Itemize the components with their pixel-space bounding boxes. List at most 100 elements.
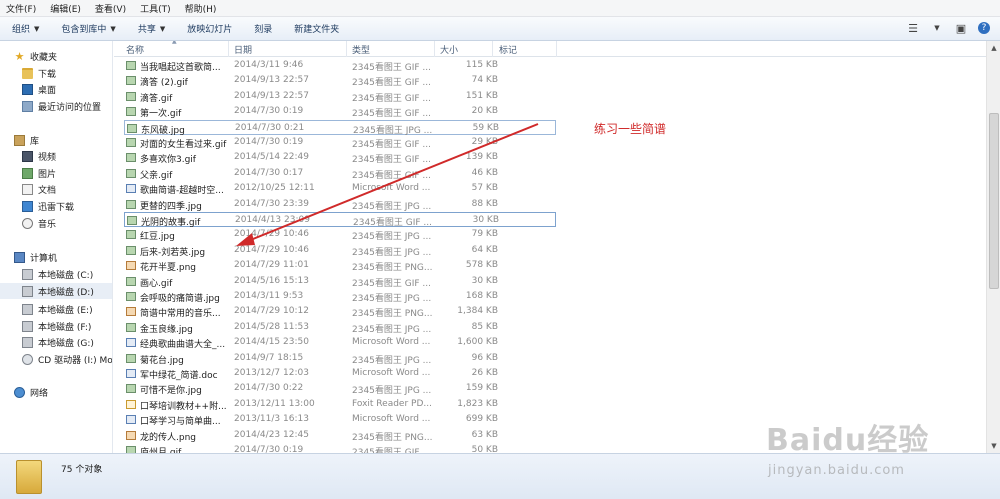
star-icon: ★ [14,49,25,63]
burn-label: 刻录 [254,25,273,35]
nav-desktop[interactable]: 桌面 [0,81,112,97]
file-row[interactable]: 口琴学习与简单曲... 2013/11/3 16:13 Microsoft Word… [124,412,556,427]
doc-file-icon [126,369,136,378]
nav-disk-f[interactable]: 本地磁盘 (F:) [0,318,112,334]
file-size: 168 KB [465,291,498,301]
column-divider[interactable] [556,41,557,57]
file-size: 115 KB [465,60,498,70]
new-folder-button[interactable]: 新建文件夹 [294,22,339,35]
column-size[interactable]: 大小 [440,43,458,56]
menu-tools[interactable]: 工具(T) [140,2,171,15]
scroll-thumb[interactable] [989,113,999,289]
navigation-pane: ★ 收藏夹 下载 桌面 最近访问的位置 库 视频 图片 文档 迅雷下载 音乐 计算… [0,41,113,453]
menu-file[interactable]: 文件(F) [6,2,36,15]
column-divider[interactable] [492,41,493,57]
column-divider[interactable] [346,41,347,57]
file-row[interactable]: 会呼吸的痛简谱.jpg 2014/3/11 9:53 2345看图王 JPG ...… [124,289,556,304]
file-row[interactable]: 后来-刘若英.jpg 2014/7/29 10:46 2345看图王 JPG ...… [124,243,556,258]
file-row[interactable]: 花开半夏.png 2014/7/29 11:01 2345看图王 PNG... 578… [124,258,556,273]
file-row[interactable]: 东风破.jpg 2014/7/30 0:21 2345看图王 JPG ... 59 K… [124,119,556,136]
menu-view[interactable]: 查看(V) [95,2,126,15]
file-type: 2345看图王 PNG... [352,309,433,320]
file-row[interactable]: 歌曲简谱-超越时空... 2012/10/25 12:11 Microsoft Wo… [124,181,556,196]
file-row[interactable]: 可惜不是你.jpg 2014/7/30 0:22 2345看图王 JPG ... 15… [124,381,556,396]
nav-cd-drive[interactable]: CD 驱动器 (I:) Mo [0,351,112,367]
file-row[interactable]: 多喜欢你3.gif 2014/5/14 22:49 2345看图王 GIF ... 1… [124,150,556,165]
file-type: 2345看图王 JPG ... [352,232,432,243]
column-date[interactable]: 日期 [234,43,252,56]
file-row[interactable]: 画心.gif 2014/5/16 15:13 2345看图王 GIF ... 30 K… [124,274,556,289]
video-icon [22,150,33,162]
vertical-scrollbar[interactable]: ▲ ▼ [986,41,1000,453]
file-row[interactable]: 口琴培训教材++附... 2013/12/11 13:00 Foxit Reader… [124,397,556,412]
watermark-url: jingyan.baidu.com [768,463,905,478]
hard-disk-icon [22,320,33,332]
file-row[interactable]: 经典歌曲曲谱大全_... 2014/4/15 23:50 Microsoft Wor… [124,335,556,350]
include-library-button[interactable]: 包含到库中 ▼ [61,22,115,36]
column-divider[interactable] [434,41,435,57]
file-row[interactable]: 父亲.gif 2014/7/30 0:17 2345看图王 GIF ... 46 KB [124,166,556,181]
file-size: 578 KB [465,260,498,271]
nav-disk-d[interactable]: 本地磁盘 (D:) [0,283,112,299]
nav-music[interactable]: 音乐 [0,215,112,231]
nav-recent[interactable]: 最近访问的位置 [0,98,112,114]
file-date: 2014/7/29 11:01 [234,260,309,271]
nav-label: 桌面 [38,85,57,96]
menu-edit[interactable]: 编辑(E) [50,2,81,15]
library-icon [14,134,25,146]
scroll-up-icon[interactable]: ▲ [989,43,999,53]
file-row[interactable]: 滴答.gif 2014/9/13 22:57 2345看图王 GIF ... 151 … [124,89,556,104]
share-button[interactable]: 共享 ▼ [138,22,165,36]
column-divider[interactable] [228,41,229,57]
jpg-file-icon [126,292,136,301]
nav-computer[interactable]: 计算机 [0,249,112,265]
file-row[interactable]: 当我唱起这首歌简... 2014/3/11 9:46 2345看图王 GIF ...… [124,58,556,73]
file-row[interactable]: 菊花台.jpg 2014/9/7 18:15 2345看图王 JPG ... 96 K… [124,351,556,366]
nav-pictures[interactable]: 图片 [0,165,112,181]
file-row[interactable]: 军中绿花_简谱.doc 2013/12/7 12:03 Microsoft Word… [124,366,556,381]
burn-button[interactable]: 刻录 [254,22,272,35]
computer-icon [14,251,25,263]
file-type: 2345看图王 JPG ... [352,324,432,335]
organize-button[interactable]: 组织 ▼ [12,22,39,36]
file-row[interactable]: 简谱中常用的音乐... 2014/7/29 10:12 2345看图王 PNG...… [124,304,556,319]
chevron-down-icon[interactable]: ▼ [930,21,944,35]
column-name[interactable]: 名称 [126,43,144,56]
file-date: 2014/3/11 9:53 [234,291,304,301]
nav-videos[interactable]: 视频 [0,148,112,164]
file-row[interactable]: 第一次.gif 2014/7/30 0:19 2345看图王 GIF ... 20 K… [124,104,556,119]
file-row[interactable]: 滴答 (2).gif 2014/9/13 22:57 2345看图王 GIF ...… [124,73,556,88]
file-row[interactable]: 庐州月.gif 2014/7/30 0:19 2345看图王 GIF ... 50 K… [124,443,556,453]
nav-network[interactable]: 网络 [0,384,112,400]
file-row[interactable]: 光阴的故事.gif 2014/4/13 23:09 2345看图王 GIF ... 3… [124,212,556,228]
nav-downloads[interactable]: 下载 [0,65,112,81]
nav-disk-g[interactable]: 本地磁盘 (G:) [0,334,112,350]
nav-disk-c[interactable]: 本地磁盘 (C:) [0,266,112,282]
file-size: 57 KB [471,183,498,194]
file-name: 东风破.jpg [141,125,185,136]
preview-pane-icon[interactable]: ▣ [954,21,968,35]
file-row[interactable]: 红豆.jpg 2014/7/29 10:46 2345看图王 JPG ... 79 K… [124,227,556,242]
file-row[interactable]: 龙的传人.png 2014/4/23 12:45 2345看图王 PNG... 63 … [124,428,556,443]
menu-help[interactable]: 帮助(H) [185,2,217,15]
file-date: 2014/9/13 22:57 [234,90,309,101]
slideshow-button[interactable]: 放映幻灯片 [187,22,232,35]
nav-disk-e[interactable]: 本地磁盘 (E:) [0,301,112,317]
file-type: 2345看图王 GIF ... [352,155,432,166]
help-icon[interactable]: ? [978,22,990,34]
file-size: 59 KB [472,122,499,133]
nav-favorites[interactable]: ★ 收藏夹 [0,48,112,64]
file-row[interactable]: 金玉良缘.jpg 2014/5/28 11:53 2345看图王 JPG ... 85… [124,320,556,335]
gif-file-icon [126,61,136,70]
file-row[interactable]: 更替的四季.jpg 2014/7/30 23:39 2345看图王 JPG ... 8… [124,197,556,212]
nav-xunlei[interactable]: 迅雷下载 [0,198,112,214]
column-type[interactable]: 类型 [352,43,370,56]
view-options-icon[interactable]: ☰ [906,21,920,35]
file-date: 2014/9/7 18:15 [234,352,304,363]
nav-libraries[interactable]: 库 [0,132,112,148]
column-tags[interactable]: 标记 [499,43,517,56]
file-row[interactable]: 对面的女生看过来.gif 2014/7/30 0:19 2345看图王 GIF ..… [124,135,556,150]
nav-documents[interactable]: 文档 [0,181,112,197]
file-name: 简谱中常用的音乐... [140,309,221,320]
file-size: 74 KB [471,75,498,86]
